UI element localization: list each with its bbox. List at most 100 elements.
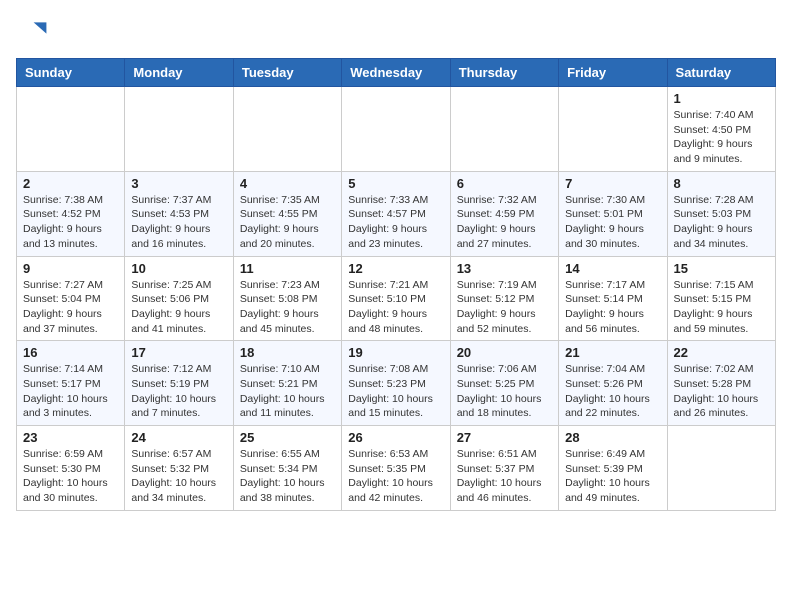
logo bbox=[16, 16, 52, 48]
day-info: Sunrise: 7:27 AM Sunset: 5:04 PM Dayligh… bbox=[23, 278, 118, 337]
calendar-table: SundayMondayTuesdayWednesdayThursdayFrid… bbox=[16, 58, 776, 511]
calendar-cell: 14Sunrise: 7:17 AM Sunset: 5:14 PM Dayli… bbox=[559, 256, 667, 341]
day-number: 2 bbox=[23, 176, 118, 191]
calendar-cell bbox=[233, 87, 341, 172]
day-info: Sunrise: 7:25 AM Sunset: 5:06 PM Dayligh… bbox=[131, 278, 226, 337]
calendar-cell: 2 Sunrise: 7:38 AM Sunset: 4:52 PM Daylig… bbox=[17, 171, 125, 256]
calendar-cell: 17 Sunrise: 7:12 AM Sunset: 5:19 PM Dayli… bbox=[125, 341, 233, 426]
weekday-header-wednesday: Wednesday bbox=[342, 59, 450, 87]
day-info: Sunrise: 7:06 AM Sunset: 5:25 PM Dayligh… bbox=[457, 362, 552, 421]
week-row-1: 1 Sunrise: 7:40 AM Sunset: 4:50 PM Daylig… bbox=[17, 87, 776, 172]
weekday-header-thursday: Thursday bbox=[450, 59, 558, 87]
weekday-header-row: SundayMondayTuesdayWednesdayThursdayFrid… bbox=[17, 59, 776, 87]
day-info: Sunrise: 7:38 AM Sunset: 4:52 PM Dayligh… bbox=[23, 193, 118, 252]
calendar-cell: 26 Sunrise: 6:53 AM Sunset: 5:35 PM Dayli… bbox=[342, 426, 450, 511]
day-info: Sunrise: 7:17 AM Sunset: 5:14 PM Dayligh… bbox=[565, 278, 660, 337]
day-info: Sunrise: 7:12 AM Sunset: 5:19 PM Dayligh… bbox=[131, 362, 226, 421]
calendar-cell: 20 Sunrise: 7:06 AM Sunset: 5:25 PM Dayli… bbox=[450, 341, 558, 426]
day-number: 17 bbox=[131, 345, 226, 360]
day-info: Sunrise: 6:55 AM Sunset: 5:34 PM Dayligh… bbox=[240, 447, 335, 506]
calendar-cell: 8 Sunrise: 7:28 AM Sunset: 5:03 PM Daylig… bbox=[667, 171, 775, 256]
day-number: 7 bbox=[565, 176, 660, 191]
calendar-header: SundayMondayTuesdayWednesdayThursdayFrid… bbox=[17, 59, 776, 87]
day-number: 24 bbox=[131, 430, 226, 445]
day-info: Sunrise: 7:10 AM Sunset: 5:21 PM Dayligh… bbox=[240, 362, 335, 421]
week-row-3: 9 Sunrise: 7:27 AM Sunset: 5:04 PM Daylig… bbox=[17, 256, 776, 341]
day-info: Sunrise: 7:02 AM Sunset: 5:28 PM Dayligh… bbox=[674, 362, 769, 421]
day-info: Sunrise: 6:51 AM Sunset: 5:37 PM Dayligh… bbox=[457, 447, 552, 506]
day-number: 21 bbox=[565, 345, 660, 360]
header bbox=[16, 16, 776, 48]
day-number: 20 bbox=[457, 345, 552, 360]
calendar-cell bbox=[667, 426, 775, 511]
day-number: 19 bbox=[348, 345, 443, 360]
day-info: Sunrise: 7:37 AM Sunset: 4:53 PM Dayligh… bbox=[131, 193, 226, 252]
calendar-cell: 25 Sunrise: 6:55 AM Sunset: 5:34 PM Dayli… bbox=[233, 426, 341, 511]
day-info: Sunrise: 6:57 AM Sunset: 5:32 PM Dayligh… bbox=[131, 447, 226, 506]
day-info: Sunrise: 6:59 AM Sunset: 5:30 PM Dayligh… bbox=[23, 447, 118, 506]
calendar-body: 1 Sunrise: 7:40 AM Sunset: 4:50 PM Daylig… bbox=[17, 87, 776, 511]
day-number: 1 bbox=[674, 91, 769, 106]
day-info: Sunrise: 7:28 AM Sunset: 5:03 PM Dayligh… bbox=[674, 193, 769, 252]
calendar-cell: 22 Sunrise: 7:02 AM Sunset: 5:28 PM Dayli… bbox=[667, 341, 775, 426]
day-number: 25 bbox=[240, 430, 335, 445]
day-number: 15 bbox=[674, 261, 769, 276]
calendar-cell: 12Sunrise: 7:21 AM Sunset: 5:10 PM Dayli… bbox=[342, 256, 450, 341]
day-info: Sunrise: 7:04 AM Sunset: 5:26 PM Dayligh… bbox=[565, 362, 660, 421]
calendar-cell: 16 Sunrise: 7:14 AM Sunset: 5:17 PM Dayli… bbox=[17, 341, 125, 426]
day-info: Sunrise: 7:40 AM Sunset: 4:50 PM Dayligh… bbox=[674, 108, 769, 167]
calendar-cell bbox=[125, 87, 233, 172]
weekday-header-tuesday: Tuesday bbox=[233, 59, 341, 87]
calendar-cell: 4 Sunrise: 7:35 AM Sunset: 4:55 PM Daylig… bbox=[233, 171, 341, 256]
calendar-cell: 3 Sunrise: 7:37 AM Sunset: 4:53 PM Daylig… bbox=[125, 171, 233, 256]
day-info: Sunrise: 7:19 AM Sunset: 5:12 PM Dayligh… bbox=[457, 278, 552, 337]
calendar-cell: 28 Sunrise: 6:49 AM Sunset: 5:39 PM Dayli… bbox=[559, 426, 667, 511]
weekday-header-friday: Friday bbox=[559, 59, 667, 87]
calendar-cell: 27 Sunrise: 6:51 AM Sunset: 5:37 PM Dayli… bbox=[450, 426, 558, 511]
calendar-cell: 18 Sunrise: 7:10 AM Sunset: 5:21 PM Dayli… bbox=[233, 341, 341, 426]
calendar-cell: 15 Sunrise: 7:15 AM Sunset: 5:15 PM Dayli… bbox=[667, 256, 775, 341]
week-row-5: 23 Sunrise: 6:59 AM Sunset: 5:30 PM Dayli… bbox=[17, 426, 776, 511]
logo-icon bbox=[16, 16, 48, 48]
calendar-cell bbox=[342, 87, 450, 172]
day-number: 10 bbox=[131, 261, 226, 276]
day-number: 23 bbox=[23, 430, 118, 445]
day-number: 27 bbox=[457, 430, 552, 445]
calendar-cell: 7 Sunrise: 7:30 AM Sunset: 5:01 PM Daylig… bbox=[559, 171, 667, 256]
day-number: 5 bbox=[348, 176, 443, 191]
day-info: Sunrise: 7:33 AM Sunset: 4:57 PM Dayligh… bbox=[348, 193, 443, 252]
day-info: Sunrise: 7:32 AM Sunset: 4:59 PM Dayligh… bbox=[457, 193, 552, 252]
day-number: 18 bbox=[240, 345, 335, 360]
day-number: 4 bbox=[240, 176, 335, 191]
day-number: 8 bbox=[674, 176, 769, 191]
calendar-cell: 9 Sunrise: 7:27 AM Sunset: 5:04 PM Daylig… bbox=[17, 256, 125, 341]
weekday-header-saturday: Saturday bbox=[667, 59, 775, 87]
calendar-cell bbox=[559, 87, 667, 172]
day-info: Sunrise: 7:30 AM Sunset: 5:01 PM Dayligh… bbox=[565, 193, 660, 252]
day-info: Sunrise: 7:21 AM Sunset: 5:10 PM Dayligh… bbox=[348, 278, 443, 337]
day-number: 6 bbox=[457, 176, 552, 191]
day-info: Sunrise: 7:35 AM Sunset: 4:55 PM Dayligh… bbox=[240, 193, 335, 252]
calendar-cell bbox=[17, 87, 125, 172]
calendar-cell: 10 Sunrise: 7:25 AM Sunset: 5:06 PM Dayli… bbox=[125, 256, 233, 341]
day-number: 22 bbox=[674, 345, 769, 360]
day-info: Sunrise: 7:14 AM Sunset: 5:17 PM Dayligh… bbox=[23, 362, 118, 421]
calendar-cell bbox=[450, 87, 558, 172]
day-number: 9 bbox=[23, 261, 118, 276]
day-info: Sunrise: 6:53 AM Sunset: 5:35 PM Dayligh… bbox=[348, 447, 443, 506]
day-number: 16 bbox=[23, 345, 118, 360]
calendar-cell: 5 Sunrise: 7:33 AM Sunset: 4:57 PM Daylig… bbox=[342, 171, 450, 256]
day-number: 28 bbox=[565, 430, 660, 445]
weekday-header-sunday: Sunday bbox=[17, 59, 125, 87]
calendar-cell: 1 Sunrise: 7:40 AM Sunset: 4:50 PM Daylig… bbox=[667, 87, 775, 172]
calendar-cell: 11Sunrise: 7:23 AM Sunset: 5:08 PM Dayli… bbox=[233, 256, 341, 341]
day-info: Sunrise: 7:15 AM Sunset: 5:15 PM Dayligh… bbox=[674, 278, 769, 337]
calendar-cell: 19Sunrise: 7:08 AM Sunset: 5:23 PM Dayli… bbox=[342, 341, 450, 426]
day-info: Sunrise: 6:49 AM Sunset: 5:39 PM Dayligh… bbox=[565, 447, 660, 506]
calendar-cell: 13Sunrise: 7:19 AM Sunset: 5:12 PM Dayli… bbox=[450, 256, 558, 341]
day-number: 26 bbox=[348, 430, 443, 445]
weekday-header-monday: Monday bbox=[125, 59, 233, 87]
day-number: 3 bbox=[131, 176, 226, 191]
day-number: 11 bbox=[240, 261, 335, 276]
calendar-cell: 21 Sunrise: 7:04 AM Sunset: 5:26 PM Dayli… bbox=[559, 341, 667, 426]
